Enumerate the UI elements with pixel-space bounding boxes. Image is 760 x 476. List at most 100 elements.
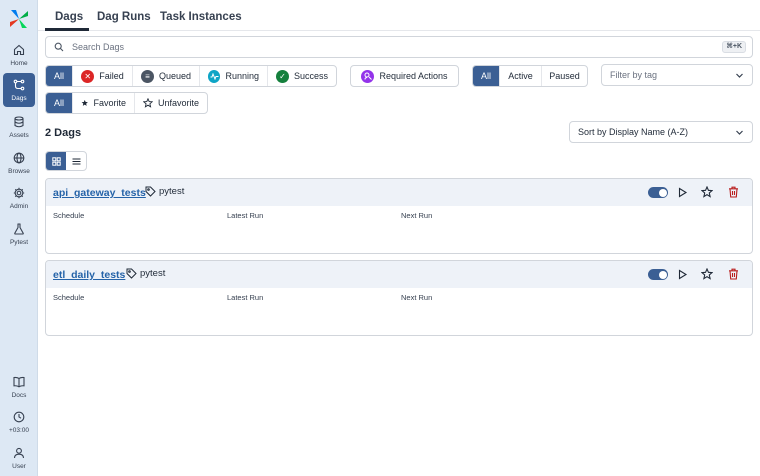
favorite-filter-unfavorite[interactable]: Unfavorite xyxy=(135,93,207,113)
clock-icon xyxy=(12,410,26,424)
tag-icon xyxy=(126,268,137,279)
schedule-column-label: Schedule xyxy=(53,293,85,302)
favorite-filter-all[interactable]: All xyxy=(46,93,73,113)
tab-task-instances[interactable]: Task Instances xyxy=(160,11,242,23)
card-view-button[interactable] xyxy=(46,152,66,170)
nav-docs[interactable]: Docs xyxy=(0,370,38,404)
list-view-button[interactable] xyxy=(66,152,86,170)
chevron-down-icon xyxy=(736,73,743,78)
dags-icon xyxy=(12,78,26,92)
success-icon: ✓ xyxy=(276,69,289,83)
trigger-dag-button[interactable] xyxy=(675,185,689,199)
nav-label: Pytest xyxy=(9,239,29,246)
trash-icon xyxy=(728,186,738,198)
state-filter-running-label: Running xyxy=(225,71,259,81)
required-actions-filter[interactable]: Required Actions xyxy=(350,65,459,87)
next-run-column-label: Next Run xyxy=(401,293,433,302)
home-icon xyxy=(12,43,26,57)
nav-dags[interactable]: Dags xyxy=(3,73,35,107)
search-input[interactable] xyxy=(72,42,672,52)
user-icon xyxy=(12,446,26,460)
state-filter-queued[interactable]: ≡ Queued xyxy=(133,66,200,86)
search-box[interactable]: ⌘+K xyxy=(45,36,753,58)
active-filter-paused-label: Paused xyxy=(549,71,580,81)
active-filter-active-label: Active xyxy=(508,71,533,81)
nav-timezone[interactable]: +03:00 xyxy=(0,405,38,439)
schedule-column-label: Schedule xyxy=(53,211,85,220)
sort-select[interactable]: Sort by Display Name (A-Z) xyxy=(569,121,753,143)
active-filter-group: All Active Paused xyxy=(472,65,588,87)
sidebar: Home Dags Assets Browse Admin Pytest Doc… xyxy=(0,0,38,476)
state-filter-running[interactable]: Running xyxy=(200,66,268,86)
dag-count: 2 Dags xyxy=(45,127,82,139)
favorite-filter-unfavorite-label: Unfavorite xyxy=(157,98,199,108)
nav-admin[interactable]: Admin xyxy=(0,181,38,215)
nav-label: Assets xyxy=(9,132,29,139)
latest-run-column-label: Latest Run xyxy=(227,293,264,302)
globe-icon xyxy=(12,151,26,165)
gear-icon xyxy=(12,186,26,200)
tab-bar: Dags Dag Runs Task Instances xyxy=(38,0,760,31)
delete-dag-button[interactable] xyxy=(726,267,740,281)
trash-icon xyxy=(728,268,738,280)
star-outline-icon xyxy=(701,186,713,198)
favorite-filter-group: All Favorite Unfavorite xyxy=(45,92,208,114)
favorite-button[interactable] xyxy=(700,185,714,199)
latest-run-column-label: Latest Run xyxy=(227,211,264,220)
list-icon xyxy=(72,158,80,164)
active-filter-all-label: All xyxy=(480,71,491,81)
nav-pytest[interactable]: Pytest xyxy=(0,217,38,251)
dag-tag-label: pytest xyxy=(140,268,166,279)
state-filter-failed-label: Failed xyxy=(99,71,124,81)
nav-browse[interactable]: Browse xyxy=(0,146,38,180)
pause-toggle[interactable] xyxy=(648,269,668,280)
favorite-filter-favorite[interactable]: Favorite xyxy=(73,93,135,113)
state-filter-success[interactable]: ✓ Success xyxy=(268,66,336,86)
dag-tag[interactable]: pytest xyxy=(126,268,165,279)
nav-label: Browse xyxy=(8,168,30,175)
dag-card: etl_daily_tests pytest Schedule Latest R… xyxy=(45,260,753,336)
book-icon xyxy=(12,375,26,389)
required-actions-button[interactable]: Required Actions xyxy=(351,66,458,86)
dag-name-link[interactable]: etl_daily_tests xyxy=(53,269,125,281)
active-filter-active[interactable]: Active xyxy=(500,66,542,86)
nav-home[interactable]: Home xyxy=(0,38,38,72)
star-outline-icon xyxy=(701,268,713,280)
nav-user[interactable]: User xyxy=(0,441,38,475)
play-icon xyxy=(678,269,687,279)
nav-assets[interactable]: Assets xyxy=(0,110,38,144)
play-icon xyxy=(678,187,687,197)
nav-label: Home xyxy=(10,60,28,67)
state-filter-success-label: Success xyxy=(293,71,328,81)
tab-dag-runs[interactable]: Dag Runs xyxy=(97,11,151,23)
active-filter-paused[interactable]: Paused xyxy=(542,66,587,86)
flask-icon xyxy=(12,222,26,236)
dag-name-link[interactable]: api_gateway_tests xyxy=(53,187,146,199)
failed-icon: ✕ xyxy=(81,69,95,83)
dag-card-header: etl_daily_tests pytest xyxy=(46,261,752,288)
state-filter-all[interactable]: All xyxy=(46,66,73,86)
pause-toggle[interactable] xyxy=(648,187,668,198)
trigger-dag-button[interactable] xyxy=(675,267,689,281)
delete-dag-button[interactable] xyxy=(726,185,740,199)
next-run-column-label: Next Run xyxy=(401,211,433,220)
dag-tag[interactable]: pytest xyxy=(145,186,184,197)
tag-icon xyxy=(145,186,156,197)
tag-filter-select[interactable]: Filter by tag xyxy=(601,64,753,86)
airflow-logo[interactable] xyxy=(8,8,30,30)
favorite-button[interactable] xyxy=(700,267,714,281)
dag-card-header: api_gateway_tests pytest xyxy=(46,179,752,206)
tab-active-indicator xyxy=(45,28,89,31)
state-filter-failed[interactable]: ✕ Failed xyxy=(73,66,133,86)
queued-icon: ≡ xyxy=(141,69,154,83)
sort-value: Sort by Display Name (A-Z) xyxy=(578,127,689,137)
search-icon xyxy=(52,40,66,54)
tab-dags[interactable]: Dags xyxy=(55,11,83,23)
favorite-filter-all-label: All xyxy=(53,98,64,108)
dag-tag-label: pytest xyxy=(159,186,185,197)
state-filter-queued-label: Queued xyxy=(158,71,191,81)
chevron-down-icon xyxy=(736,130,743,135)
star-filled-icon xyxy=(81,99,88,106)
grid-icon xyxy=(51,156,61,166)
active-filter-all[interactable]: All xyxy=(473,66,500,86)
